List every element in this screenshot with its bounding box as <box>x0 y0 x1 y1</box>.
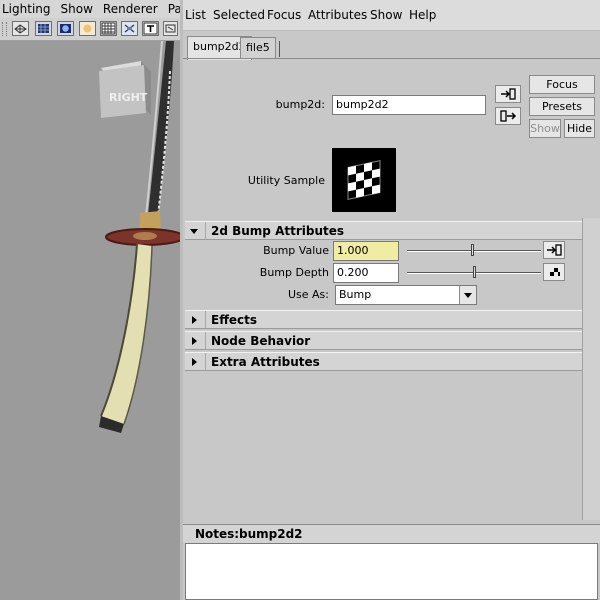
notes-textarea[interactable] <box>185 543 598 600</box>
bump-value-field[interactable]: 1.000 <box>333 241 399 261</box>
output-connection-icon[interactable] <box>495 107 521 125</box>
use-as-label: Use As: <box>287 288 329 301</box>
viewport-menubar: Lighting Show Renderer Panel <box>0 0 180 18</box>
menu-focus[interactable]: Focus <box>267 8 301 22</box>
viewport-toolbar <box>0 18 180 41</box>
attribute-sections: 2d Bump Attributes Bump Value 1.000 Bump… <box>183 218 582 520</box>
section-2d-bump-attributes[interactable]: 2d Bump Attributes <box>185 221 582 240</box>
isolate-icon[interactable] <box>163 21 178 36</box>
menu-lighting[interactable]: Lighting <box>0 0 51 18</box>
vertical-scrollbar[interactable] <box>582 218 600 520</box>
menu-renderer[interactable]: Renderer <box>101 0 158 18</box>
menu-attributes[interactable]: Attributes <box>308 8 367 22</box>
attribute-editor: List Selected Focus Attributes Show Help… <box>183 0 600 600</box>
section-title: 2d Bump Attributes <box>211 224 345 238</box>
section-title: Extra Attributes <box>211 355 320 369</box>
notes-header: Notes: bump2d2 <box>183 524 600 543</box>
bump-depth-slider-thumb[interactable] <box>473 266 476 278</box>
section-title: Effects <box>211 313 258 327</box>
presets-button[interactable]: Presets <box>529 97 595 116</box>
node-header: bump2d: bump2d2 Focus Presets Show Hide … <box>183 60 600 218</box>
menu-help[interactable]: Help <box>409 8 436 22</box>
viewport-scene[interactable]: RIGHT <box>0 40 180 600</box>
light-icon[interactable] <box>79 21 96 36</box>
notes-label: Notes: <box>195 527 240 541</box>
input-connection-icon[interactable] <box>495 85 521 103</box>
utility-sample-swatch <box>332 148 396 212</box>
utility-sample-label: Utility Sample <box>247 174 325 187</box>
expand-arrow-icon[interactable] <box>192 337 197 345</box>
menu-show[interactable]: Show <box>370 8 402 22</box>
chevron-down-icon[interactable] <box>459 286 476 304</box>
attribute-editor-menubar: List Selected Focus Attributes Show Help <box>183 0 600 31</box>
section-extra-attributes[interactable]: Extra Attributes <box>185 352 582 371</box>
notes-node-name: bump2d2 <box>239 527 303 541</box>
node-tabs: bump2d2 file5 <box>183 31 600 61</box>
bump-depth-slider[interactable] <box>407 264 541 282</box>
bump-value-slider-thumb[interactable] <box>471 244 474 256</box>
bump-value-slider[interactable] <box>407 242 541 260</box>
smooth-shade-icon[interactable] <box>57 21 74 36</box>
menu-show[interactable]: Show <box>59 0 93 18</box>
expand-arrow-icon[interactable] <box>192 316 197 324</box>
viewport-panel[interactable]: Lighting Show Renderer Panel <box>0 0 180 600</box>
node-type-label: bump2d: <box>275 98 325 111</box>
text-icon[interactable] <box>142 21 159 36</box>
node-name-field[interactable]: bump2d2 <box>332 95 486 115</box>
focus-button[interactable]: Focus <box>529 75 595 94</box>
show-button[interactable]: Show <box>529 119 561 138</box>
bump-value-label: Bump Value <box>263 244 329 257</box>
bump-depth-field[interactable]: 0.200 <box>333 263 399 283</box>
camera-icon[interactable] <box>121 21 138 36</box>
section-effects[interactable]: Effects <box>185 310 582 329</box>
checker-map-icon[interactable] <box>543 263 565 281</box>
grid-icon[interactable] <box>35 21 52 36</box>
viewcube-label: RIGHT <box>109 91 148 104</box>
viewcube[interactable] <box>99 61 151 118</box>
menu-list[interactable]: List <box>185 8 206 22</box>
hide-button[interactable]: Hide <box>564 119 595 138</box>
bump-depth-label: Bump Depth <box>259 266 329 279</box>
wireframe-icon[interactable] <box>12 21 29 36</box>
section-title: Node Behavior <box>211 334 311 348</box>
menu-selected[interactable]: Selected <box>213 8 265 22</box>
section-2d-bump-body: Bump Value 1.000 Bump Depth 0.200 Use As… <box>185 240 582 311</box>
expand-arrow-icon[interactable] <box>192 358 197 366</box>
use-as-value: Bump <box>339 288 372 301</box>
use-as-dropdown[interactable]: Bump <box>335 285 477 305</box>
menu-panel[interactable]: Panel <box>166 0 180 18</box>
section-node-behavior[interactable]: Node Behavior <box>185 331 582 350</box>
map-connection-icon[interactable] <box>543 241 565 259</box>
tab-file5[interactable]: file5 <box>240 37 276 59</box>
collapse-arrow-icon[interactable] <box>190 229 198 234</box>
checker-icon[interactable] <box>100 21 117 36</box>
